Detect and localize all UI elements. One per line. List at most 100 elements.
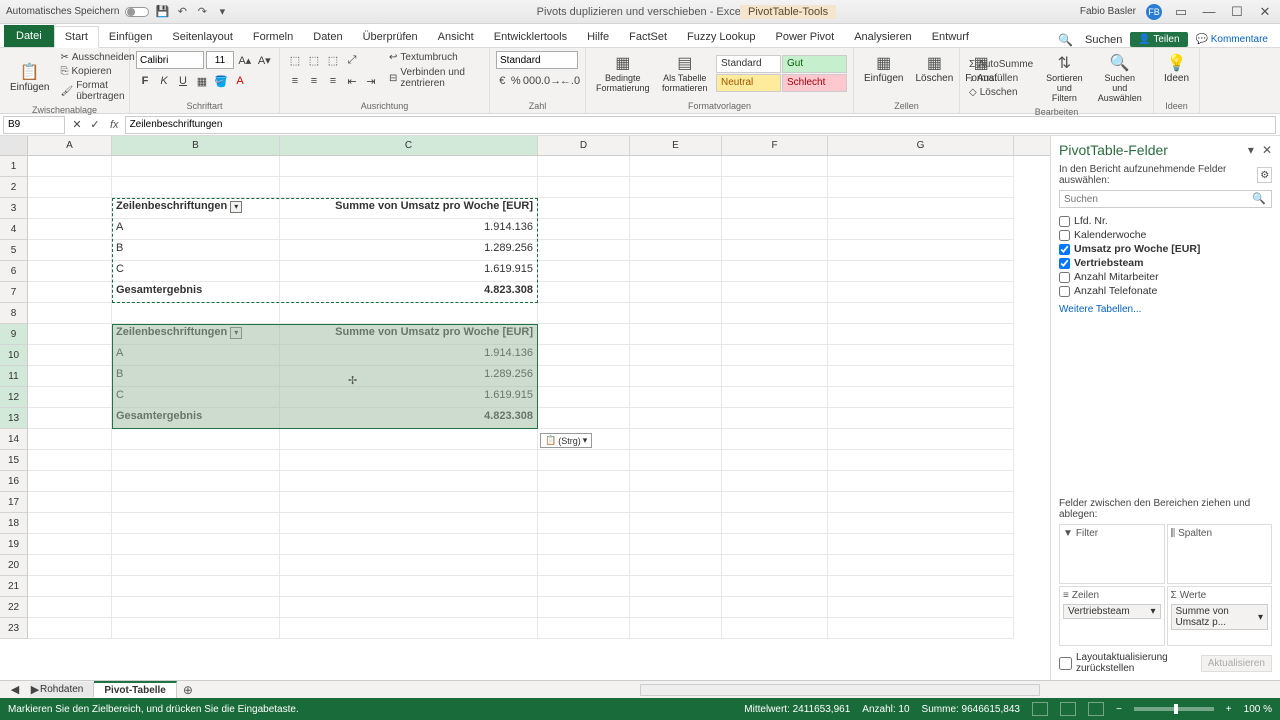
- cell[interactable]: [630, 387, 722, 408]
- col-header-b[interactable]: B: [112, 136, 280, 155]
- field-search-input[interactable]: [1059, 190, 1272, 208]
- cell[interactable]: [630, 345, 722, 366]
- ribbon-display-icon[interactable]: ▭: [1172, 5, 1190, 19]
- cell[interactable]: [538, 366, 630, 387]
- cell[interactable]: [630, 555, 722, 576]
- row-header[interactable]: 22: [0, 597, 28, 618]
- col-header-e[interactable]: E: [630, 136, 722, 155]
- row-header[interactable]: 11: [0, 366, 28, 387]
- area-columns[interactable]: ⫼Spalten: [1167, 524, 1273, 584]
- row-header[interactable]: 9: [0, 324, 28, 345]
- increase-font-icon[interactable]: A▴: [236, 51, 254, 69]
- cell[interactable]: [630, 261, 722, 282]
- cell[interactable]: [828, 387, 1014, 408]
- cell[interactable]: [828, 177, 1014, 198]
- cell[interactable]: [28, 513, 112, 534]
- zoom-slider[interactable]: [1134, 707, 1214, 711]
- cell[interactable]: [538, 450, 630, 471]
- cell[interactable]: [538, 177, 630, 198]
- style-standard[interactable]: Standard: [716, 55, 781, 73]
- row-header[interactable]: 20: [0, 555, 28, 576]
- cell[interactable]: [630, 177, 722, 198]
- italic-icon[interactable]: K: [155, 72, 173, 90]
- close-icon[interactable]: ✕: [1256, 5, 1274, 19]
- save-icon[interactable]: 💾: [155, 5, 169, 19]
- cell[interactable]: [630, 219, 722, 240]
- cell[interactable]: [28, 618, 112, 639]
- cell[interactable]: Zeilenbeschriftungen▾: [112, 324, 280, 345]
- format-as-table-button[interactable]: ▤Als Tabelle formatieren: [658, 51, 712, 95]
- cell[interactable]: [112, 597, 280, 618]
- style-neutral[interactable]: Neutral: [716, 74, 781, 92]
- clear-button[interactable]: ◇ Löschen: [966, 86, 1036, 99]
- area-rows[interactable]: ≡Zeilen Vertriebsteam▾: [1059, 586, 1165, 646]
- cell[interactable]: [112, 534, 280, 555]
- cell[interactable]: [28, 492, 112, 513]
- tab-data[interactable]: Daten: [303, 27, 352, 47]
- cell[interactable]: [828, 303, 1014, 324]
- cell[interactable]: [630, 303, 722, 324]
- sort-filter-button[interactable]: ⇅Sortieren und Filtern: [1040, 51, 1088, 105]
- cell[interactable]: [722, 429, 828, 450]
- formula-input[interactable]: [125, 116, 1276, 134]
- tab-design[interactable]: Entwurf: [922, 27, 979, 47]
- cell[interactable]: [630, 618, 722, 639]
- paste-options-tag[interactable]: 📋 (Strg) ▾: [540, 433, 592, 448]
- select-all-triangle[interactable]: [0, 136, 28, 155]
- tab-insert[interactable]: Einfügen: [99, 27, 162, 47]
- cut-button[interactable]: ✂ Ausschneiden: [57, 51, 137, 64]
- cell[interactable]: [28, 198, 112, 219]
- cell[interactable]: [630, 492, 722, 513]
- minimize-icon[interactable]: —: [1200, 5, 1218, 19]
- cell[interactable]: [828, 534, 1014, 555]
- cell[interactable]: [828, 471, 1014, 492]
- cell[interactable]: [828, 597, 1014, 618]
- copy-button[interactable]: ⎘ Kopieren: [57, 65, 137, 78]
- more-tables-link[interactable]: Weitere Tabellen...: [1059, 304, 1272, 315]
- field-checkbox[interactable]: [1059, 230, 1070, 241]
- cell-styles-gallery[interactable]: Standard Gut Neutral Schlecht: [716, 55, 847, 92]
- comma-icon[interactable]: 000: [523, 72, 541, 90]
- row-header[interactable]: 8: [0, 303, 28, 324]
- row-header[interactable]: 10: [0, 345, 28, 366]
- row-header[interactable]: 23: [0, 618, 28, 639]
- cell[interactable]: [28, 324, 112, 345]
- font-size-input[interactable]: [206, 51, 234, 69]
- cell[interactable]: [280, 303, 538, 324]
- format-painter-button[interactable]: 🖌 Format übertragen: [57, 79, 137, 103]
- autosave-toggle[interactable]: [125, 7, 149, 17]
- cell[interactable]: [630, 282, 722, 303]
- cell[interactable]: [280, 513, 538, 534]
- new-sheet-button[interactable]: ⊕: [177, 683, 199, 697]
- cell[interactable]: [722, 366, 828, 387]
- cell[interactable]: [28, 555, 112, 576]
- share-button[interactable]: 👤 Teilen: [1130, 32, 1187, 47]
- col-header-a[interactable]: A: [28, 136, 112, 155]
- paste-button[interactable]: 📋Einfügen: [6, 60, 53, 95]
- delete-cells-button[interactable]: ▦Löschen: [911, 51, 957, 86]
- cell[interactable]: [538, 408, 630, 429]
- tab-factset[interactable]: FactSet: [619, 27, 677, 47]
- field-list-gear-icon[interactable]: ▾: [1248, 143, 1254, 157]
- cell[interactable]: [28, 345, 112, 366]
- user-avatar[interactable]: FB: [1146, 4, 1162, 20]
- tab-view[interactable]: Ansicht: [428, 27, 484, 47]
- cancel-formula-icon[interactable]: ✕: [68, 116, 86, 134]
- cell[interactable]: 1.914.136: [280, 219, 538, 240]
- tab-review[interactable]: Überprüfen: [353, 27, 428, 47]
- field-list-close-icon[interactable]: ✕: [1262, 143, 1272, 157]
- cell[interactable]: [280, 618, 538, 639]
- tab-developer[interactable]: Entwicklertools: [484, 27, 577, 47]
- indent-inc-icon[interactable]: ⇥: [362, 72, 380, 90]
- cell[interactable]: [538, 324, 630, 345]
- view-pagelayout-icon[interactable]: [1060, 702, 1076, 716]
- cell[interactable]: [630, 450, 722, 471]
- cell[interactable]: [280, 156, 538, 177]
- cell[interactable]: [28, 471, 112, 492]
- cell[interactable]: [28, 177, 112, 198]
- border-icon[interactable]: ▦: [193, 72, 211, 90]
- row-header[interactable]: 14: [0, 429, 28, 450]
- zoom-out-icon[interactable]: −: [1116, 704, 1122, 715]
- fill-color-icon[interactable]: 🪣: [212, 72, 230, 90]
- cell[interactable]: [112, 303, 280, 324]
